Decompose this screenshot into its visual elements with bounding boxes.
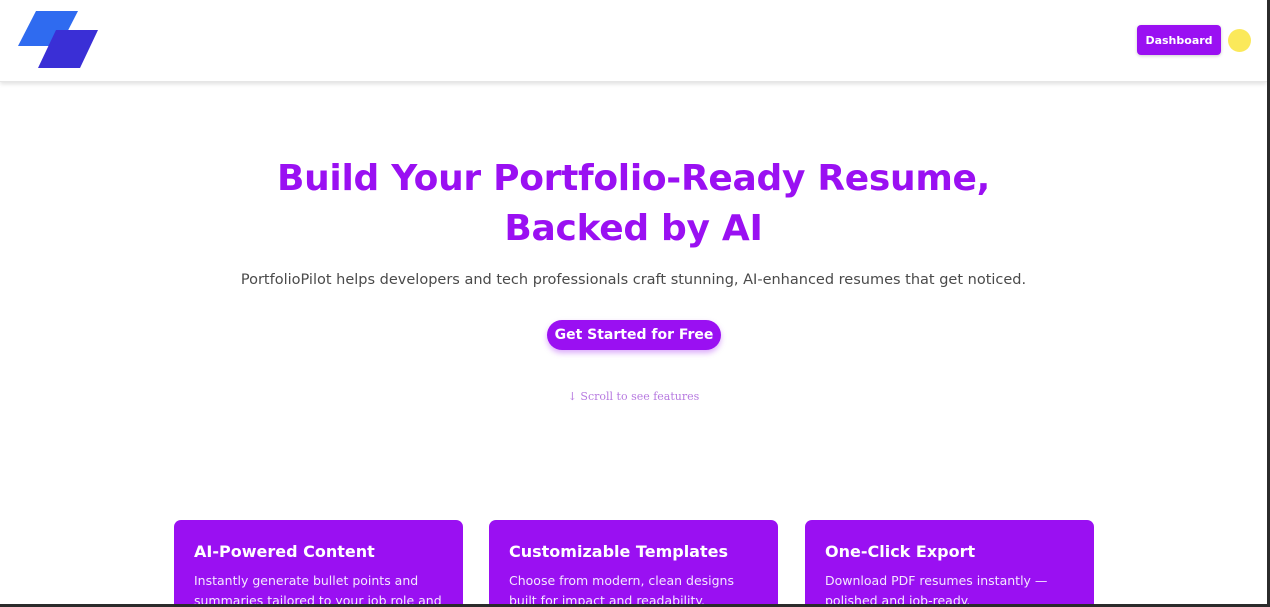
hero-subtitle: PortfolioPilot helps developers and tech…	[240, 272, 1027, 288]
feature-card-text: Instantly generate bullet points and sum…	[194, 573, 442, 607]
page: Dashboard Build Your Portfolio-Ready Res…	[0, 0, 1270, 607]
feature-card-text: Download PDF resumes instantly — polishe…	[825, 573, 1048, 607]
parallelogram-logo-icon[interactable]	[18, 10, 100, 70]
feature-card-export: One-Click Export Download PDF resumes in…	[805, 520, 1094, 607]
feature-card-text: Choose from modern, clean designs built …	[509, 573, 734, 607]
feature-card-title: AI-Powered Content	[194, 542, 375, 561]
dashboard-button[interactable]: Dashboard	[1137, 25, 1221, 55]
feature-card-title: One-Click Export	[825, 542, 976, 561]
feature-card-templates: Customizable Templates Choose from moder…	[489, 520, 778, 607]
get-started-button[interactable]: Get Started for Free	[547, 320, 721, 350]
hero-title-line1: Build Your Portfolio-Ready Resume,	[276, 158, 991, 199]
hero-title: Build Your Portfolio-Ready Resume, Backe…	[0, 154, 1267, 254]
scroll-hint: ↓ Scroll to see features	[567, 390, 700, 403]
hero-title-line2: Backed by AI	[504, 208, 763, 249]
navbar: Dashboard	[0, 0, 1267, 82]
feature-card-title: Customizable Templates	[509, 542, 728, 561]
feature-card-ai-content: AI-Powered Content Instantly generate bu…	[174, 520, 463, 607]
avatar[interactable]	[1228, 29, 1251, 52]
